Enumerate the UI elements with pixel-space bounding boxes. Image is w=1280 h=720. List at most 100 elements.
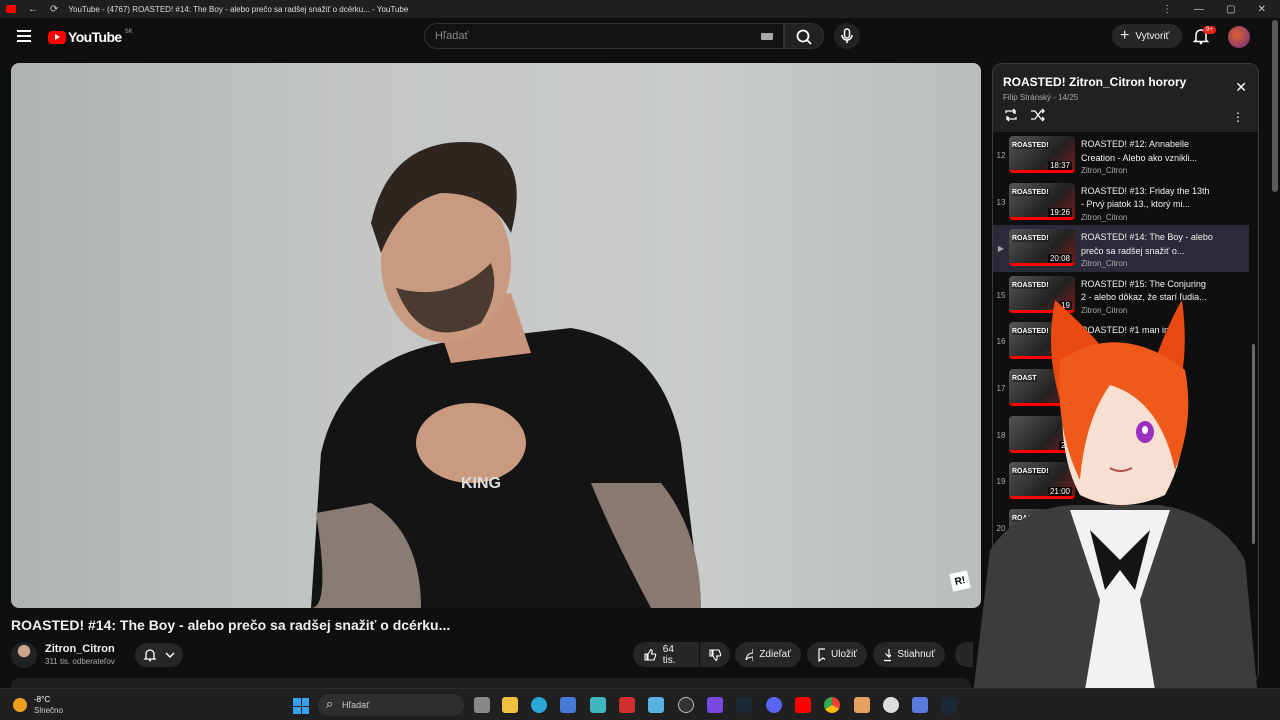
playlist-item-title[interactable]: ROASTED! #13: Friday the 13th - Prvý pia… [1081,185,1213,212]
playlist-item-index: 13 [996,197,1006,207]
weather-temperature: -8°C [34,695,51,704]
browser-titlebar: ← ⟳ YouTube - (4767) ROASTED! #14: The B… [0,0,1280,18]
bookmark-icon [818,647,826,662]
subscription-bell-button[interactable] [135,643,183,667]
window-controls: ⋮ — ▢ ✕ [1162,4,1266,15]
watched-progress-bar [1009,216,1075,220]
windows-start-icon[interactable] [293,698,309,714]
user-avatar[interactable] [1228,26,1250,48]
search-box [424,23,784,49]
task-view-icon[interactable] [474,697,490,713]
video-title: ROASTED! #14: The Boy - alebo prečo sa r… [11,617,451,633]
subscriber-count: 311 tis. odberateľov [45,657,115,666]
youtube-taskbar-icon[interactable] [795,697,811,713]
playlist-item[interactable]: 13 ROASTED! 19:26 ROASTED! #13: Friday the … [993,179,1249,226]
hamburger-menu-icon[interactable] [17,30,31,42]
search-button[interactable] [784,23,824,49]
adobe-icon[interactable] [619,697,635,713]
steam-icon[interactable] [736,697,752,713]
download-label: Stiahnuť [897,649,935,660]
browser-nav: ← ⟳ [28,4,58,15]
playlist-item[interactable]: 12 ROASTED! 18:37 ROASTED! #12: Annabelle C… [993,132,1249,179]
like-button[interactable]: 64 tis. [633,642,699,667]
playlist-item-index: 15 [996,290,1006,300]
playlist-item-index: ▶ [997,244,1005,254]
weather-description: Slnečno [34,706,63,715]
close-icon[interactable]: ✕ [1235,79,1247,96]
playlist-item-channel: Zitron_Citron [1081,166,1128,175]
playlist-item[interactable]: ▶ ROASTED! 20:08 ROASTED! #14: The Boy - al… [993,225,1249,272]
edge-icon[interactable] [531,697,547,713]
thumbs-up-icon [644,648,657,661]
thumbnail-stamp: ROASTED! [1012,188,1049,196]
store-icon[interactable] [560,697,576,713]
obs-icon[interactable] [883,697,899,713]
file-explorer-icon[interactable] [502,697,518,713]
menu-dots-icon[interactable]: ⋮ [1162,4,1172,15]
back-arrow-icon[interactable]: ← [28,4,38,15]
app-icon[interactable] [590,697,606,713]
playlist-header: ROASTED! Zitron_Citron horory Filip Strá… [993,64,1258,132]
discord-icon[interactable] [766,697,782,713]
thumbnail-stamp: ROASTED! [1012,142,1049,149]
playlist-item-channel: Zitron_Citron [1081,259,1128,269]
country-code: SK [124,29,133,35]
playlist-item-index: 12 [996,151,1006,160]
channel-name[interactable]: Zitron_Citron [45,643,115,655]
bell-icon [143,649,157,662]
windows-taskbar: -8°C Slnečno Hľadať [0,688,1280,720]
search-icon [796,29,812,45]
close-window-button[interactable]: ✕ [1258,4,1266,15]
minimize-button[interactable]: — [1194,4,1204,15]
page-scrollbar[interactable] [1272,20,1278,192]
notification-badge: 9+ [1203,26,1216,34]
voice-search-button[interactable] [834,23,860,49]
playlist-item-thumbnail[interactable]: ROASTED! 20:08 [1009,229,1075,267]
playlist-owner-position: Filip Stránský - 14/25 [1003,93,1079,102]
playlist-title[interactable]: ROASTED! Zitron_Citron horory [1003,75,1186,89]
create-label: Vytvoriť [1135,30,1170,42]
watched-progress-bar [1009,263,1075,267]
taskbar-search[interactable]: Hľadať [318,694,464,716]
youtube-play-icon [48,30,66,44]
dislike-button[interactable] [700,642,730,667]
keyboard-icon[interactable] [761,33,773,40]
maximize-button[interactable]: ▢ [1226,4,1235,15]
masthead: YouTube SK + Vytvoriť 9+ [0,18,1280,56]
app-icon-3[interactable] [912,697,928,713]
playlist-item-title[interactable]: ROASTED! #14: The Boy - alebo prečo sa r… [1081,231,1213,258]
video-player[interactable]: KING R! [11,63,981,608]
thumbnail-stamp: ROASTED! [1012,281,1049,289]
github-icon[interactable] [678,697,694,713]
shuffle-icon[interactable] [1030,108,1046,122]
weather-sun-icon[interactable] [13,698,27,712]
steam-icon-2[interactable] [941,697,957,713]
download-button[interactable]: Stiahnuť [873,642,945,667]
playlist-item-title[interactable]: ROASTED! #12: Annabelle Creation - Alebo… [1081,138,1213,165]
playlist-item-thumbnail[interactable]: ROASTED! 18:37 [1009,136,1075,173]
youtube-favicon-icon [6,5,16,13]
chrome-icon[interactable] [824,697,840,713]
youtube-logo[interactable]: YouTube SK [48,29,133,45]
twitch-icon[interactable] [707,697,723,713]
playlist-item-thumbnail[interactable]: ROASTED! 19:26 [1009,182,1075,220]
watched-progress-bar [1009,170,1075,173]
search-input[interactable] [425,24,745,48]
video-duration: 18:37 [1047,161,1072,170]
plus-icon: + [1120,27,1130,44]
share-button[interactable]: Zdieľať [735,642,801,667]
playlist-item-channel: Zitron_Citron [1081,212,1128,222]
playlist-menu-icon[interactable]: ⋮ [1232,110,1244,124]
like-count: 64 tis. [662,643,676,666]
app-icon-2[interactable] [854,697,870,713]
channel-avatar[interactable] [11,642,37,668]
video-duration: 20:08 [1047,254,1072,264]
reload-icon[interactable]: ⟳ [50,4,58,15]
save-button[interactable]: Uložiť [807,642,867,667]
video-frame-person: KING [311,142,701,608]
create-button[interactable]: + Vytvoriť [1112,24,1182,48]
share-label: Zdieľať [759,649,791,660]
loop-icon[interactable] [1003,108,1019,122]
download-icon [884,648,892,661]
vegas-icon[interactable] [648,697,664,713]
